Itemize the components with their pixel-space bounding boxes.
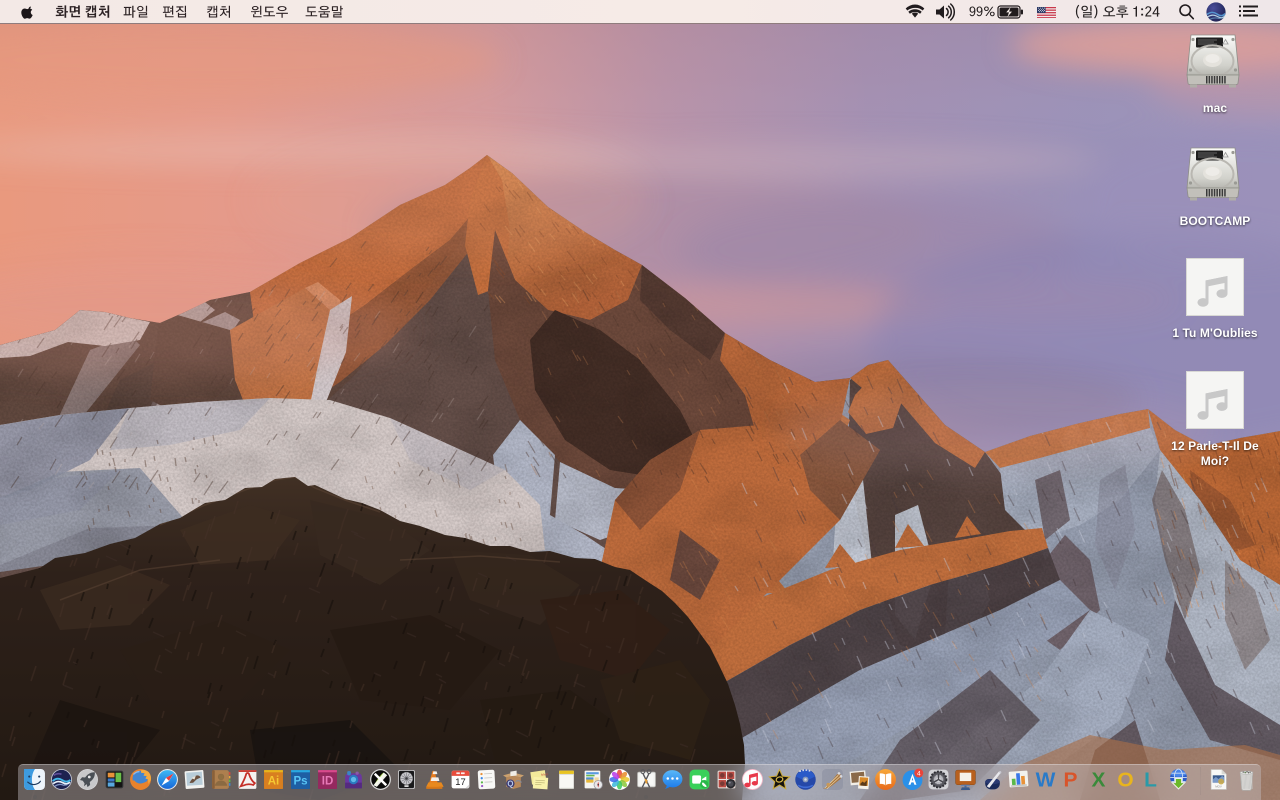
- svg-text:P: P: [1064, 770, 1078, 791]
- svg-text:O: O: [1117, 770, 1133, 791]
- svg-text:MOV: MOV: [1215, 785, 1222, 789]
- svg-text:4: 4: [917, 770, 921, 777]
- svg-text:Q: Q: [507, 780, 513, 789]
- svg-text:17: 17: [455, 776, 465, 787]
- svg-text:Ps: Ps: [293, 776, 307, 788]
- svg-text:ID: ID: [321, 776, 333, 788]
- svg-text:W: W: [1035, 770, 1056, 791]
- svg-text:Ai: Ai: [268, 776, 280, 788]
- svg-text:L: L: [1144, 770, 1157, 791]
- svg-text:Mem: Mem: [541, 772, 549, 777]
- svg-text:X: X: [1091, 770, 1105, 791]
